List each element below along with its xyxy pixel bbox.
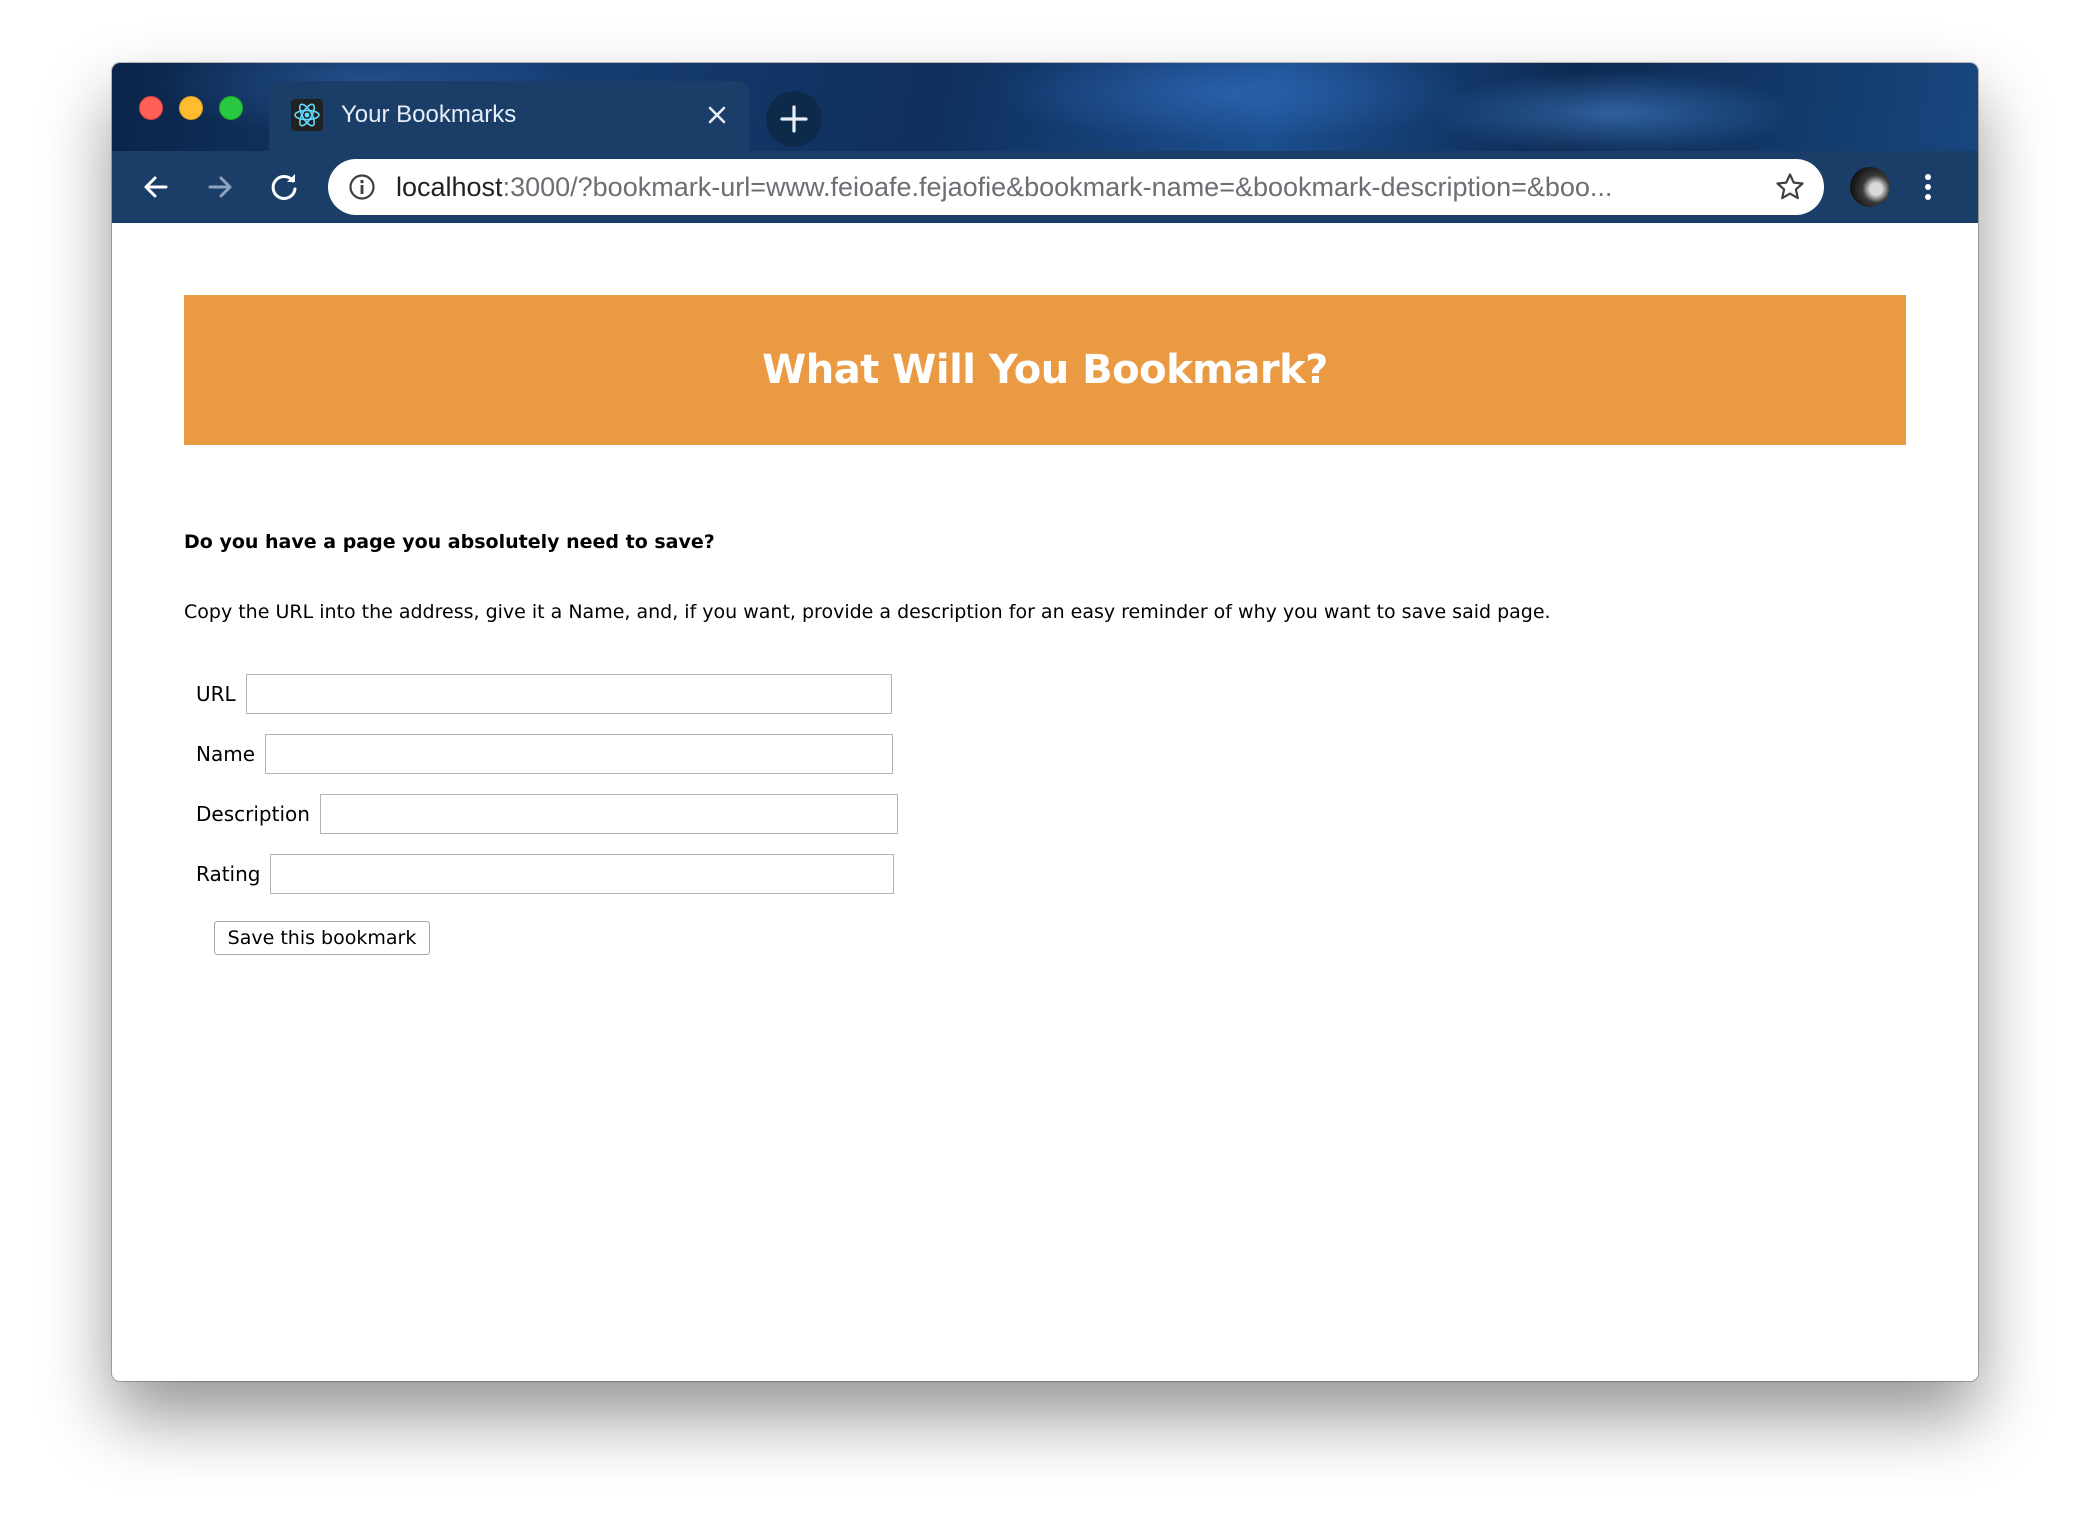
address-bar-url[interactable]: localhost:3000/?bookmark-url=www.feioafe…	[396, 169, 1736, 205]
name-row: Name	[196, 733, 894, 775]
url-label: URL	[196, 682, 236, 706]
url-host: localhost	[396, 172, 503, 202]
tab-your-bookmarks[interactable]: Your Bookmarks	[269, 81, 749, 151]
arrow-right-icon[interactable]	[202, 169, 238, 205]
intro-instructions: Copy the URL into the address, give it a…	[184, 601, 1551, 623]
save-bookmark-button[interactable]: Save this bookmark	[214, 921, 430, 955]
page-title: What Will You Bookmark?	[762, 347, 1328, 393]
name-input[interactable]	[265, 734, 894, 774]
reload-icon[interactable]	[266, 169, 302, 205]
intro-question: Do you have a page you absolutely need t…	[184, 531, 715, 553]
maximize-window-button[interactable]	[219, 96, 243, 120]
url-row: URL	[196, 673, 892, 715]
browser-toolbar: localhost:3000/?bookmark-url=www.feioafe…	[112, 151, 1978, 223]
url-path: :3000/?bookmark-url=www.feioafe.fejaofie…	[502, 172, 1613, 202]
new-tab-button[interactable]	[766, 91, 822, 147]
react-logo-icon	[291, 99, 323, 131]
name-label: Name	[196, 742, 256, 766]
page-viewport: What Will You Bookmark? Do you have a pa…	[112, 223, 1978, 1381]
minimize-window-button[interactable]	[179, 96, 203, 120]
description-row: Description	[196, 793, 898, 835]
close-tab-icon[interactable]	[703, 101, 731, 129]
kebab-menu-icon[interactable]	[1920, 169, 1936, 205]
close-window-button[interactable]	[139, 96, 163, 120]
profile-avatar[interactable]	[1850, 167, 1890, 207]
url-input[interactable]	[245, 674, 892, 714]
plus-icon	[766, 105, 822, 151]
arrow-left-icon[interactable]	[138, 169, 174, 205]
rating-input[interactable]	[270, 854, 895, 894]
header-banner: What Will You Bookmark?	[184, 295, 1906, 445]
star-icon[interactable]	[1774, 171, 1806, 203]
rating-label: Rating	[196, 862, 261, 886]
description-label: Description	[196, 802, 310, 826]
description-input[interactable]	[319, 794, 898, 834]
browser-window: Your Bookmarks localhost:3000/?bookmark-…	[112, 63, 1978, 1381]
tab-strip: Your Bookmarks	[112, 63, 1978, 151]
info-icon[interactable]	[348, 173, 376, 201]
address-bar[interactable]: localhost:3000/?bookmark-url=www.feioafe…	[328, 159, 1824, 215]
rating-row: Rating	[196, 853, 895, 895]
tab-title: Your Bookmarks	[341, 101, 517, 128]
